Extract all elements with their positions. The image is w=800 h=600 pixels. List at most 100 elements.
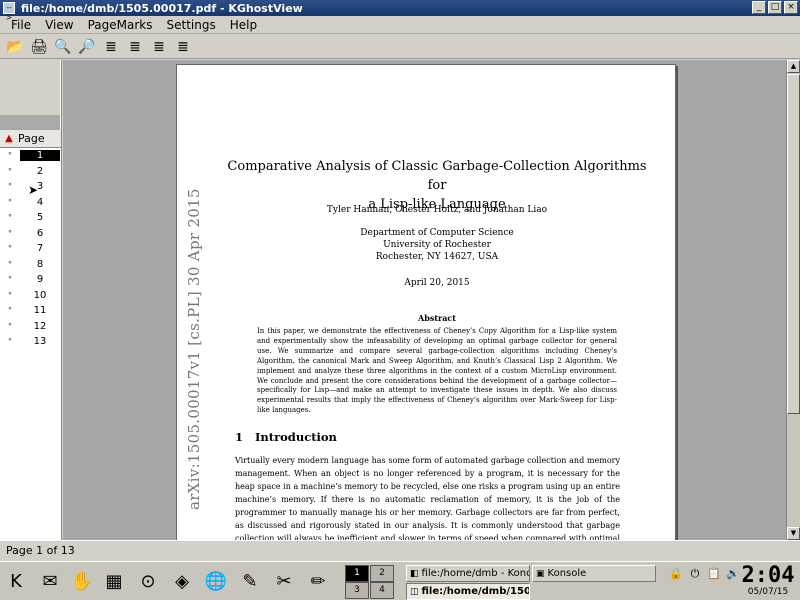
page-mark-icon[interactable]: ° <box>0 151 20 160</box>
task-kghostview[interactable]: ◫file:/home/dmb/1505.00017 <box>406 583 530 600</box>
zoom-out-icon[interactable]: 🔎 <box>76 36 98 58</box>
page-column-label: Page <box>18 132 45 145</box>
page-mark-icon[interactable]: ° <box>0 213 20 222</box>
vertical-scrollbar[interactable]: ▲ ▼ <box>786 60 800 540</box>
help-icon[interactable]: ⊙ <box>134 567 162 595</box>
page-number: 12 <box>33 320 47 332</box>
kde-panel: K ✉ ✋ ▦ ⊙ ◈ 🌐 ✎ ✂ ✏ 1 2 3 4 ◧ file:/home/… <box>0 561 800 600</box>
system-tray: 🔒 ⏻ 📋 🔊 <box>668 567 741 583</box>
desktop-3[interactable]: 3 <box>345 582 369 599</box>
konqueror-icon: ◧ <box>410 568 419 579</box>
page-mark-icon[interactable]: ° <box>0 244 20 253</box>
konsole-icon: ▣ <box>536 568 545 579</box>
page-number: 9 <box>36 274 44 286</box>
page-number: 10 <box>33 289 47 301</box>
task-konqueror[interactable]: ◧file:/home/dmb - Konqueror <box>406 565 530 582</box>
page-number: 11 <box>33 305 47 317</box>
page-mark-icon[interactable]: ° <box>0 229 20 238</box>
clipboard-icon[interactable]: 📋 <box>706 567 722 583</box>
page-number: 7 <box>36 243 44 255</box>
page-list-item[interactable]: ° 9 <box>0 272 61 288</box>
scroll-down-icon[interactable]: ▼ <box>787 527 800 540</box>
tools-icon[interactable]: ✂ <box>270 567 298 595</box>
menu-view[interactable]: View <box>38 18 80 32</box>
window-titlebar[interactable]: --> file:/home/dmb/1505.00017.pdf - KGho… <box>0 0 800 22</box>
page-mark-icon[interactable]: ° <box>0 322 20 331</box>
desktop-1[interactable]: 1 <box>345 565 369 582</box>
thumbnail-scroll-area[interactable] <box>0 116 60 130</box>
page-list-item[interactable]: ° 5 <box>0 210 61 226</box>
desktop-4[interactable]: 4 <box>370 582 394 599</box>
page-list-header[interactable]: ▲ Page <box>0 130 61 148</box>
page-number: 4 <box>36 196 44 208</box>
pen-icon[interactable]: ✏ <box>304 567 332 595</box>
control-center-icon[interactable]: ◈ <box>168 567 196 595</box>
page-mark-icon[interactable]: ° <box>0 291 20 300</box>
open-icon[interactable]: 📂 <box>4 36 26 58</box>
browser-icon[interactable]: 🌐 <box>202 567 230 595</box>
page-list-item[interactable]: ° 1 <box>0 148 61 164</box>
task-konsole-label: Konsole <box>547 568 587 579</box>
paper-date: April 20, 2015 <box>404 278 470 288</box>
close-button[interactable]: × <box>784 1 798 14</box>
page-list-item[interactable]: ° 11 <box>0 303 61 319</box>
abstract-heading: Abstract <box>418 313 456 323</box>
clock-time: 2:04 <box>741 563 795 588</box>
clock[interactable]: 2:04 05/07/15 <box>738 563 798 598</box>
task-konsole[interactable]: ▣ Konsole <box>532 565 656 582</box>
task-kghostview-label: file:/home/dmb/1505.00017 <box>421 586 530 597</box>
page-list-item[interactable]: ° 13 <box>0 334 61 350</box>
editor-icon[interactable]: ✎ <box>236 567 264 595</box>
page-mark-icon[interactable]: ° <box>0 167 20 176</box>
logout-icon[interactable]: ⏻ <box>687 567 703 583</box>
mark-all-icon[interactable]: ≣ <box>124 36 146 58</box>
page-list: ° 1 ° 2 ° 3 ° 4 ° 5 ° 6 ° 7 ° 8 ° 9 ° 10 ° 11 ° 12 ° 13 <box>0 148 61 350</box>
clock-date: 05/07/15 <box>747 587 789 597</box>
k-menu-icon[interactable]: K <box>2 567 30 595</box>
page-list-item[interactable]: ° 2 <box>0 164 61 180</box>
page-mark-icon[interactable]: ° <box>0 260 20 269</box>
scroll-up-icon[interactable]: ▲ <box>787 60 800 73</box>
menu-bar: File View PageMarks Settings Help <box>0 16 800 34</box>
menu-file[interactable]: File <box>4 18 38 32</box>
scrollbar-thumb[interactable] <box>787 74 800 414</box>
page-number: 6 <box>36 227 44 239</box>
page-mark-icon[interactable]: ° <box>0 182 20 191</box>
page-list-item[interactable]: ° 8 <box>0 257 61 273</box>
page-mark-icon[interactable]: ° <box>0 337 20 346</box>
mark-column-icon[interactable]: ▲ <box>0 133 18 144</box>
print-icon[interactable]: 🖨 <box>28 36 50 58</box>
mark-page-icon[interactable]: ≣ <box>100 36 122 58</box>
page-list-item[interactable]: ° 12 <box>0 319 61 335</box>
page-number: 13 <box>33 336 47 348</box>
desktop-icon[interactable]: ✋ <box>68 567 96 595</box>
paper-title-line-1: Comparative Analysis of Classic Garbage-… <box>227 159 647 193</box>
page-list-item[interactable]: ° 7 <box>0 241 61 257</box>
status-bar: Page 1 of 13 <box>0 540 800 560</box>
mark-odd-icon[interactable]: ≣ <box>172 36 194 58</box>
paper-authors: Tyler Hannan, Chester Holtz, and Jonatha… <box>326 205 548 215</box>
zoom-in-icon[interactable]: 🔍 <box>52 36 74 58</box>
page-mark-icon[interactable]: ° <box>0 306 20 315</box>
desktop-pager: 1 2 3 4 <box>345 565 395 599</box>
menu-help[interactable]: Help <box>223 18 264 32</box>
maximize-button[interactable]: □ <box>768 1 782 14</box>
thumbnail-area[interactable] <box>0 60 60 116</box>
section-heading: 1 Introduction <box>235 430 337 444</box>
section-title: Introduction <box>255 430 337 444</box>
menu-pagemarks[interactable]: PageMarks <box>81 18 160 32</box>
abstract-text: In this paper, we demonstrate the effect… <box>257 327 617 415</box>
lock-icon[interactable]: 🔒 <box>668 567 684 583</box>
page-mark-icon[interactable]: ° <box>0 198 20 207</box>
page-list-item[interactable]: ° 6 <box>0 226 61 242</box>
document-viewer[interactable]: arXiv:1505.00017v1 [cs.PL] 30 Apr 2015 C… <box>63 60 786 540</box>
page-list-item[interactable]: ° 10 <box>0 288 61 304</box>
mark-even-icon[interactable]: ≣ <box>148 36 170 58</box>
page-mark-icon[interactable]: ° <box>0 275 20 284</box>
menu-settings[interactable]: Settings <box>159 18 222 32</box>
app-icon[interactable]: --> <box>3 2 15 22</box>
terminal-icon[interactable]: ▦ <box>100 567 128 595</box>
desktop-2[interactable]: 2 <box>370 565 394 582</box>
mail-icon[interactable]: ✉ <box>36 567 64 595</box>
minimize-button[interactable]: _ <box>752 1 766 14</box>
